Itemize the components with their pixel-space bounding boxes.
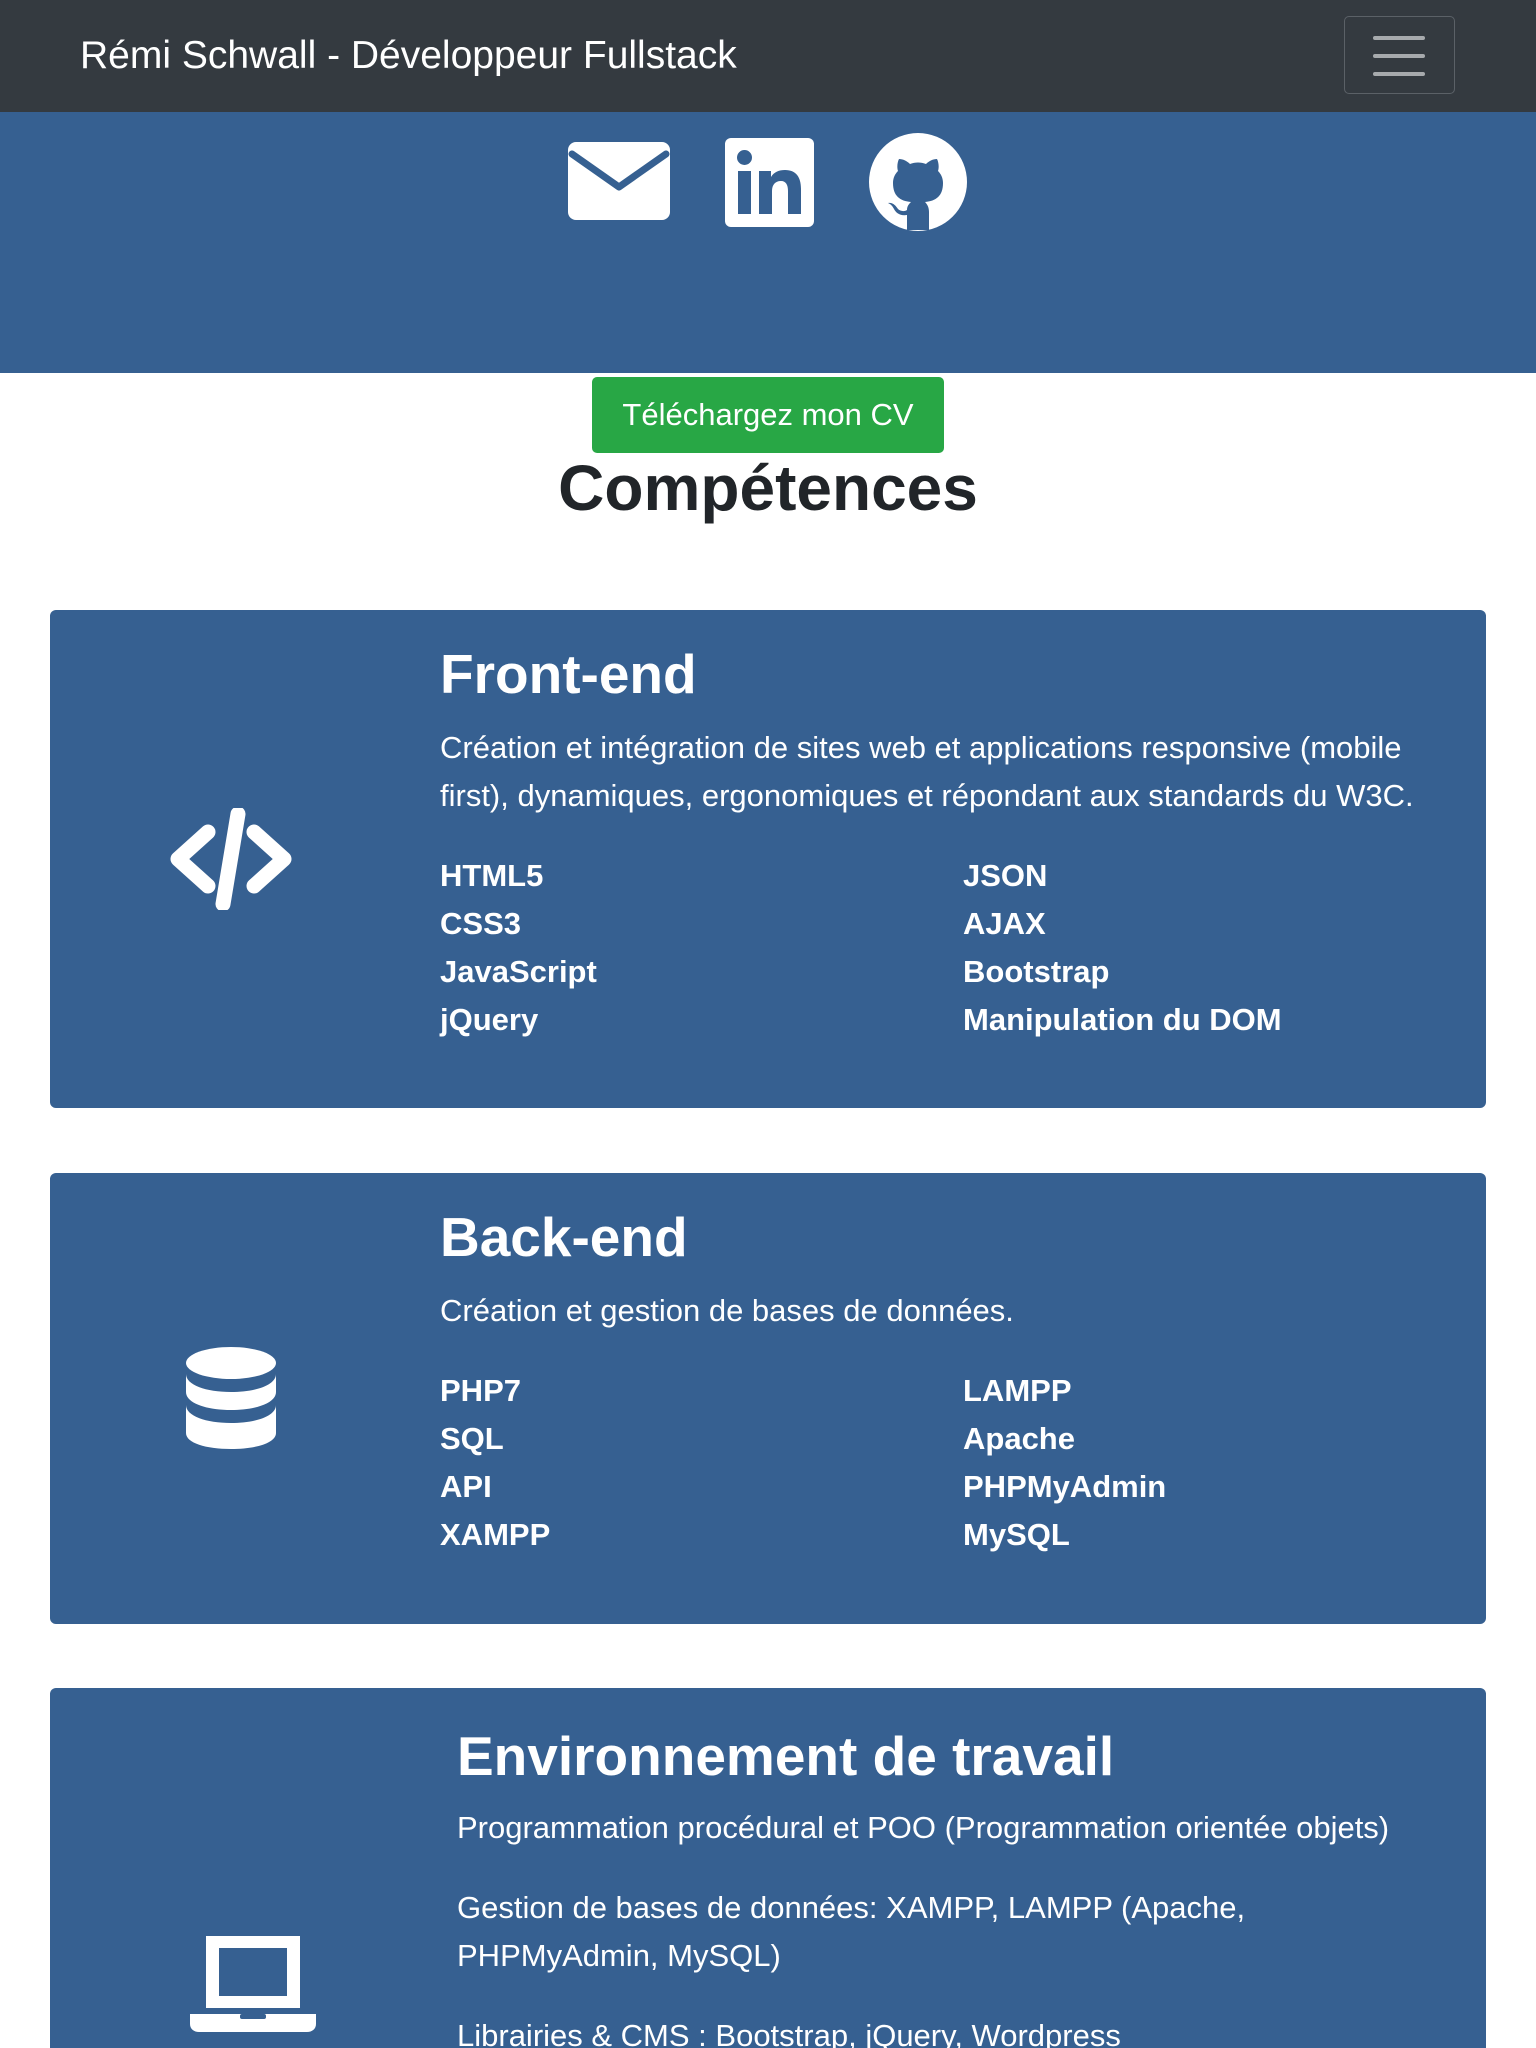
skill-item: API bbox=[440, 1469, 492, 1504]
skill-card-frontend: Front-end Création et intégration de sit… bbox=[50, 610, 1486, 1108]
skill-item: JavaScript bbox=[440, 954, 597, 989]
card-paragraph: Librairies & CMS : Bootstrap, jQuery, Wo… bbox=[457, 2018, 1121, 2048]
linkedin-icon bbox=[725, 138, 814, 227]
navbar-brand[interactable]: Rémi Schwall - Développeur Fullstack bbox=[80, 34, 737, 78]
card-description: Création et intégration de sites web et … bbox=[440, 730, 1414, 813]
laptop-icon bbox=[190, 1936, 316, 2032]
card-title: Back-end bbox=[440, 1206, 688, 1268]
skill-item: JSON bbox=[963, 858, 1048, 893]
skills-section-title: Compétences bbox=[558, 452, 978, 524]
skill-card-environment: Environnement de travail Programmation p… bbox=[50, 1688, 1486, 2048]
card-title: Front-end bbox=[440, 643, 697, 705]
skill-item: AJAX bbox=[963, 906, 1046, 941]
card-description: Création et gestion de bases de données. bbox=[440, 1293, 1014, 1328]
skill-item: Bootstrap bbox=[963, 954, 1110, 989]
skill-item: CSS3 bbox=[440, 906, 521, 941]
skill-item: PHP7 bbox=[440, 1373, 521, 1408]
skill-item: Apache bbox=[963, 1421, 1075, 1456]
skill-item: SQL bbox=[440, 1421, 504, 1456]
email-link[interactable] bbox=[568, 142, 670, 225]
skill-item: Manipulation du DOM bbox=[963, 1002, 1282, 1037]
skill-list: HTML5 CSS3 JavaScript jQuery JSON AJAX B… bbox=[440, 852, 1460, 1052]
skill-list: PHP7 SQL API XAMPP LAMPP Apache PHPMyAdm… bbox=[440, 1367, 1460, 1567]
skill-item: XAMPP bbox=[440, 1517, 551, 1552]
hamburger-menu-icon bbox=[1373, 36, 1425, 76]
skill-item: jQuery bbox=[440, 1002, 539, 1037]
linkedin-link[interactable] bbox=[725, 138, 814, 232]
skill-item: HTML5 bbox=[440, 858, 544, 893]
code-icon bbox=[170, 808, 292, 910]
github-link[interactable] bbox=[869, 133, 967, 236]
download-cv-button[interactable]: Téléchargez mon CV bbox=[592, 377, 944, 453]
skill-item: MySQL bbox=[963, 1517, 1070, 1552]
envelope-icon bbox=[568, 142, 670, 220]
card-paragraph: Programmation procédural et POO (Program… bbox=[457, 1810, 1390, 1845]
card-title: Environnement de travail bbox=[457, 1725, 1115, 1787]
database-icon bbox=[186, 1347, 276, 1449]
skill-card-backend: Back-end Création et gestion de bases de… bbox=[50, 1173, 1486, 1624]
skill-item: PHPMyAdmin bbox=[963, 1469, 1167, 1504]
navbar: Rémi Schwall - Développeur Fullstack bbox=[0, 0, 1536, 112]
hero-banner: Téléchargez mon CV bbox=[0, 112, 1536, 453]
skill-item: LAMPP bbox=[963, 1373, 1072, 1408]
card-paragraph: Gestion de bases de données: XAMPP, LAMP… bbox=[457, 1890, 1246, 1973]
navbar-toggler-button[interactable] bbox=[1344, 16, 1455, 94]
github-icon bbox=[869, 133, 967, 231]
